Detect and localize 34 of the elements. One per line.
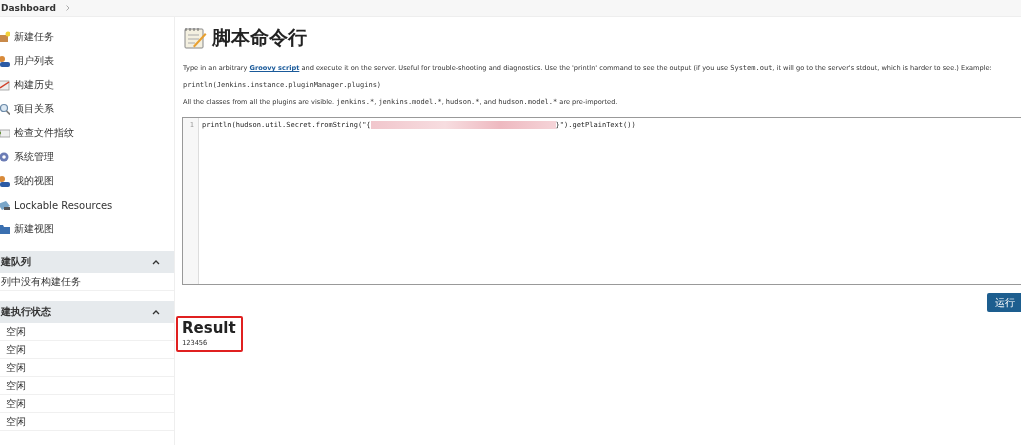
chevron-right-icon <box>65 5 70 11</box>
users-icon <box>0 55 10 67</box>
result-title: Result <box>182 319 236 337</box>
panel-title: 建执行状态 <box>1 305 51 319</box>
empty-queue-text: 列中没有构建任务 <box>1 274 81 289</box>
notepad-icon <box>0 79 10 91</box>
gear-icon <box>0 151 10 163</box>
executor-status: 空闲 <box>6 324 26 339</box>
sidebar-item[interactable]: 构建历史 <box>0 73 174 97</box>
sidebar-item[interactable]: 我的视图 <box>0 169 174 193</box>
sidebar-item[interactable]: 项目关系 <box>0 97 174 121</box>
collapse-icon[interactable] <box>152 309 160 315</box>
executor-status: 空闲 <box>6 360 26 375</box>
executor-status: 空闲 <box>6 396 26 411</box>
sidebar-item[interactable]: 检查文件指纹 <box>0 121 174 145</box>
executor-status: 空闲 <box>6 414 26 429</box>
document-icon <box>0 127 10 139</box>
folder-icon <box>0 223 10 235</box>
search-icon <box>0 103 10 115</box>
executor-status: 空闲 <box>6 378 26 393</box>
notepad-icon <box>183 26 207 50</box>
users-icon <box>0 175 10 187</box>
sidebar-item[interactable]: 新建任务 <box>0 25 174 49</box>
collapse-icon[interactable] <box>152 259 160 265</box>
panel-title: 建队列 <box>1 255 31 269</box>
briefcase-icon <box>0 31 10 43</box>
run-button[interactable]: 运行 <box>987 293 1021 312</box>
executor-status: 空闲 <box>6 342 26 357</box>
breadcrumb-link[interactable]: Dashboard <box>1 3 56 13</box>
sidebar-item[interactable]: 用户列表 <box>0 49 174 73</box>
sidebar-item[interactable]: Lockable Resources <box>0 193 174 217</box>
sidebar-item[interactable]: 系统管理 <box>0 145 174 169</box>
sidebar-item[interactable]: 新建视图 <box>0 217 174 241</box>
page-title: 脚本命令行 <box>212 25 307 50</box>
